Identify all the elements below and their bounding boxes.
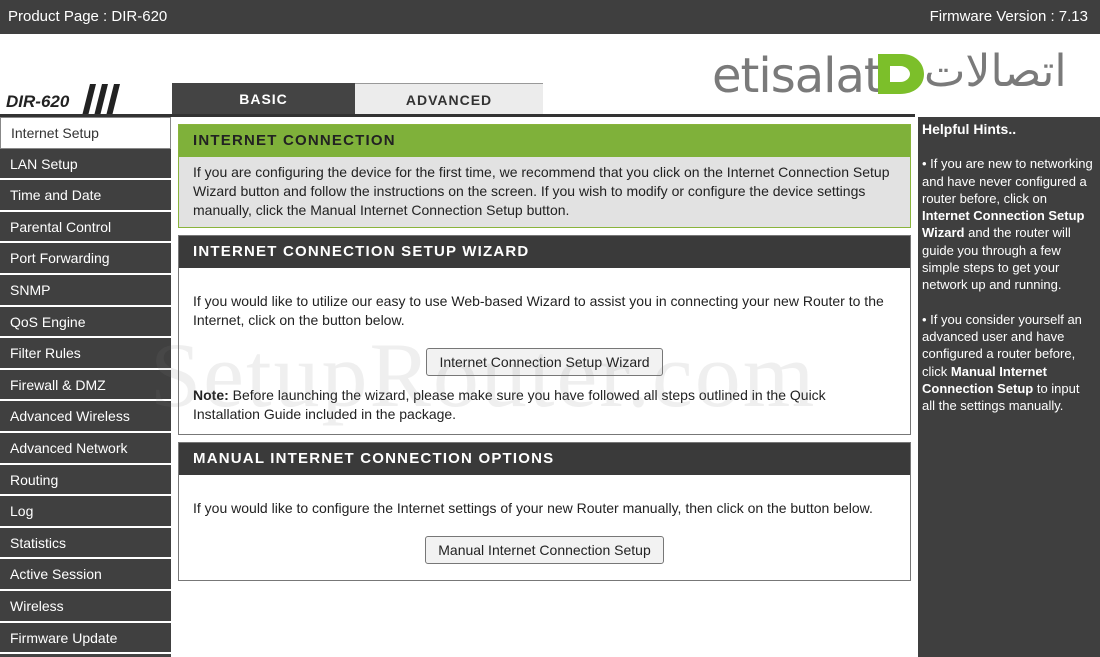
header: DIR-620 BASIC ADVANCED etisalat اتصالات [0,34,1100,117]
wizard-button-row: Internet Connection Setup Wizard [179,340,910,386]
helpful-hints-panel: Helpful Hints.. • If you are new to netw… [918,117,1100,657]
slashes-icon [82,84,120,116]
section-title: INTERNET CONNECTION SETUP WIZARD [179,236,910,268]
sidebar-item-log[interactable]: Log [0,496,171,528]
hint-advanced-user: • If you consider yourself an advanced u… [922,311,1096,415]
manual-text: If you would like to configure the Inter… [193,500,873,516]
tab-advanced[interactable]: ADVANCED [355,83,543,116]
model-name: DIR-620 [6,92,70,111]
manual-internet-connection-setup-button[interactable]: Manual Internet Connection Setup [425,536,664,564]
section-title: MANUAL INTERNET CONNECTION OPTIONS [179,443,910,475]
product-page-label: Product Page : DIR-620 [8,8,168,25]
sidebar-item-firewall-dmz[interactable]: Firewall & DMZ [0,369,171,402]
sidebar: Internet Setup LAN Setup Time and Date P… [0,117,171,657]
sidebar-item-statistics[interactable]: Statistics [0,527,171,560]
sidebar-item-active-session[interactable]: Active Session [0,559,171,591]
sidebar-item-advanced-wireless[interactable]: Advanced Wireless [0,401,171,433]
manual-button-row: Manual Internet Connection Setup [179,528,910,580]
logo-latin-text: etisalat [712,48,883,104]
sidebar-item-firmware-update[interactable]: Firmware Update [0,622,171,655]
wizard-text: If you would like to utilize our easy to… [193,293,884,328]
internet-connection-setup-wizard-button[interactable]: Internet Connection Setup Wizard [426,348,663,376]
top-bar: Product Page : DIR-620 Firmware Version … [0,0,1100,34]
sidebar-item-snmp[interactable]: SNMP [0,274,171,307]
section-title: INTERNET CONNECTION [179,125,910,157]
main-content: INTERNET CONNECTION If you are configuri… [178,124,911,588]
sidebar-item-filter-rules[interactable]: Filter Rules [0,338,171,370]
hints-title: Helpful Hints.. [922,121,1017,137]
internet-connection-section: INTERNET CONNECTION If you are configuri… [178,124,911,228]
sidebar-item-advanced-network[interactable]: Advanced Network [0,432,171,465]
logo-arabic-text: اتصالات [924,46,1067,97]
sidebar-item-qos-engine[interactable]: QoS Engine [0,306,171,339]
model-badge: DIR-620 [2,84,120,116]
sidebar-item-wireless[interactable]: Wireless [0,590,171,623]
sidebar-item-lan-setup[interactable]: LAN Setup [0,148,171,181]
hint-text: • If you are new to networking and have … [922,156,1093,206]
sidebar-item-routing[interactable]: Routing [0,464,171,497]
section-text: If you are configuring the device for th… [193,164,890,218]
sidebar-item-time-and-date[interactable]: Time and Date [0,180,171,212]
manual-connection-section: MANUAL INTERNET CONNECTION OPTIONS If yo… [178,442,911,581]
etisalat-logo: etisalat اتصالات [712,42,1082,106]
sidebar-item-parental-control[interactable]: Parental Control [0,211,171,244]
sidebar-item-port-forwarding[interactable]: Port Forwarding [0,243,171,275]
wizard-note: Note: Before launching the wizard, pleas… [179,386,910,434]
sidebar-item-internet-setup[interactable]: Internet Setup [0,117,171,149]
tab-basic[interactable]: BASIC [172,83,355,116]
note-text: Before launching the wizard, please make… [193,387,826,422]
hint-new-user: • If you are new to networking and have … [922,155,1096,293]
note-label: Note: [193,387,229,403]
firmware-version-label: Firmware Version : 7.13 [929,8,1088,25]
setup-wizard-section: INTERNET CONNECTION SETUP WIZARD If you … [178,235,911,435]
logo-mark-icon [878,54,924,94]
